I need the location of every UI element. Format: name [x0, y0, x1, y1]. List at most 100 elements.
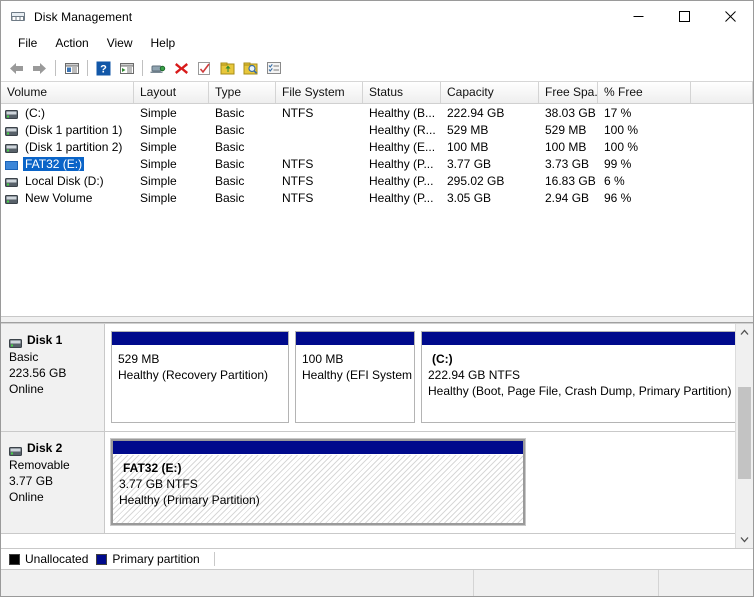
menu-file[interactable]: File	[9, 33, 46, 54]
column-header-volume[interactable]: Volume	[1, 82, 134, 103]
cell-free_space: 16.83 GB	[545, 173, 596, 188]
cell-filesystem: NTFS	[282, 105, 314, 120]
volume-icon	[5, 193, 18, 204]
scroll-down-icon[interactable]	[736, 531, 753, 548]
maximize-button[interactable]	[661, 1, 707, 32]
help-icon[interactable]: ?	[92, 57, 115, 79]
partition-label: FAT32 (E:)	[123, 461, 182, 475]
cell-capacity: 3.05 GB	[447, 190, 492, 205]
partition-size-fs: 3.77 GB NTFS	[119, 477, 198, 491]
volume-label: (Disk 1 partition 1)	[25, 122, 123, 137]
rescan-disks-icon[interactable]	[216, 57, 239, 79]
partition-size-fs: 222.94 GB NTFS	[428, 368, 521, 382]
refresh-icon[interactable]	[193, 57, 216, 79]
scroll-up-icon[interactable]	[736, 324, 753, 341]
partition-label: (C:)	[432, 352, 453, 366]
disk-row[interactable]: Disk 2 Removable 3.77 GB Online FAT32 (E:) 3.…	[1, 432, 736, 534]
partition-status: Healthy (Primary Partition)	[119, 493, 260, 507]
properties-icon[interactable]	[147, 57, 170, 79]
menu-bar: File Action View Help	[1, 32, 753, 55]
volume-row[interactable]: FAT32 (E:) Simple Basic NTFS Healthy (P... 3.…	[1, 155, 753, 172]
volume-icon	[5, 159, 18, 170]
partition-color-bar	[296, 332, 414, 346]
partition-status: Healthy (EFI System	[302, 368, 413, 382]
partition-details: FAT32 (E:) 3.77 GB NTFS Healthy (Primary P…	[113, 455, 523, 523]
graphic-view-pane: Disk 1 Basic 223.56 GB Online 529 MB Healthy …	[1, 323, 753, 548]
menu-help[interactable]: Help	[142, 33, 185, 54]
column-header-status[interactable]: Status	[363, 82, 441, 103]
menu-action[interactable]: Action	[46, 33, 97, 54]
disk-info-panel[interactable]: Disk 2 Removable 3.77 GB Online	[1, 432, 105, 533]
cell-type: Basic	[215, 156, 245, 171]
column-header-free[interactable]: % Free	[598, 82, 691, 103]
toolbar-separator	[87, 60, 88, 76]
cell-volume: New Volume	[1, 191, 134, 205]
cell-percent_free: 6 %	[604, 173, 625, 188]
cell-free_space: 529 MB	[545, 122, 587, 137]
disk-title: Disk 1	[9, 332, 104, 348]
scrollbar-thumb[interactable]	[738, 387, 751, 479]
disk-management-icon	[10, 9, 26, 25]
show-hide-console-tree-icon[interactable]	[115, 57, 138, 79]
volume-row[interactable]: (Disk 1 partition 2) Simple Basic Healthy (…	[1, 138, 753, 155]
volume-row[interactable]: Local Disk (D:) Simple Basic NTFS Healthy (P…	[1, 172, 753, 189]
disk-size: 3.77 GB	[9, 474, 54, 488]
all-tasks-icon[interactable]	[239, 57, 262, 79]
volume-label: (Disk 1 partition 2)	[25, 139, 123, 154]
cell-free_space: 2.94 GB	[545, 190, 590, 205]
delete-icon[interactable]	[170, 57, 193, 79]
partition-details: 529 MB Healthy (Recovery Partition)	[112, 346, 288, 422]
column-header-file-system[interactable]: File System	[276, 82, 363, 103]
column-header-layout[interactable]: Layout	[134, 82, 209, 103]
cell-status: Healthy (E...	[369, 139, 436, 154]
cell-percent_free: 17 %	[604, 105, 632, 120]
cell-percent_free: 96 %	[604, 190, 632, 205]
column-header-blank[interactable]	[691, 82, 753, 103]
partition-status: Healthy (Recovery Partition)	[118, 368, 269, 382]
legend-bar: Unallocated Primary partition	[1, 548, 753, 569]
disk-type: Removable	[9, 458, 70, 472]
cell-volume: FAT32 (E:)	[1, 156, 134, 171]
disk-row[interactable]: Disk 1 Basic 223.56 GB Online 529 MB Healthy …	[1, 324, 736, 432]
volume-row[interactable]: (C:) Simple Basic NTFS Healthy (B... 222.94 G…	[1, 104, 753, 121]
disk-name: Disk 1	[27, 333, 63, 347]
column-header-free-spa[interactable]: Free Spa...	[539, 82, 598, 103]
partition-size-fs: 100 MB	[302, 352, 344, 366]
column-header-capacity[interactable]: Capacity	[441, 82, 539, 103]
menu-view[interactable]: View	[98, 33, 142, 54]
volume-row[interactable]: (Disk 1 partition 1) Simple Basic Healthy (…	[1, 121, 753, 138]
disk-title: Disk 2	[9, 440, 104, 456]
volume-label: New Volume	[25, 190, 93, 205]
cell-percent_free: 100 %	[604, 139, 639, 154]
window-title: Disk Management	[34, 9, 133, 24]
cell-filesystem: NTFS	[282, 173, 314, 188]
up-one-level-icon[interactable]	[60, 57, 83, 79]
legend-label-unallocated: Unallocated	[25, 552, 89, 566]
close-button[interactable]	[707, 1, 753, 32]
disk-name: Disk 2	[27, 441, 63, 455]
cell-type: Basic	[215, 173, 245, 188]
forward-icon[interactable]	[28, 57, 51, 79]
primary-partition-swatch	[96, 553, 108, 565]
disk-type: Basic	[9, 350, 39, 364]
toolbar-separator	[55, 60, 56, 76]
pane-splitter[interactable]	[1, 315, 753, 323]
cell-layout: Simple	[140, 105, 177, 120]
partition-block[interactable]: (C:) 222.94 GB NTFS Healthy (Boot, Page Fi…	[421, 331, 736, 423]
partition-block[interactable]: FAT32 (E:) 3.77 GB NTFS Healthy (Primary P…	[110, 438, 526, 526]
volume-row[interactable]: New Volume Simple Basic NTFS Healthy (P... 3.…	[1, 189, 753, 206]
partition-block[interactable]: 529 MB Healthy (Recovery Partition)	[111, 331, 289, 423]
back-icon[interactable]	[5, 57, 28, 79]
cell-free_space: 3.73 GB	[545, 156, 590, 171]
partition-block[interactable]: 100 MB Healthy (EFI System	[295, 331, 415, 423]
minimize-button[interactable]	[615, 1, 661, 32]
scrollbar-track[interactable]	[736, 341, 753, 531]
cell-volume: Local Disk (D:)	[1, 174, 134, 188]
cell-status: Healthy (B...	[369, 105, 436, 120]
partition-strip: 529 MB Healthy (Recovery Partition) 100 MB…	[105, 324, 736, 431]
list-view-icon[interactable]	[262, 57, 285, 79]
graphic-view-scrollbar[interactable]	[735, 324, 753, 548]
disk-info-panel[interactable]: Disk 1 Basic 223.56 GB Online	[1, 324, 105, 431]
column-header-type[interactable]: Type	[209, 82, 276, 103]
partition-color-bar	[112, 332, 288, 346]
